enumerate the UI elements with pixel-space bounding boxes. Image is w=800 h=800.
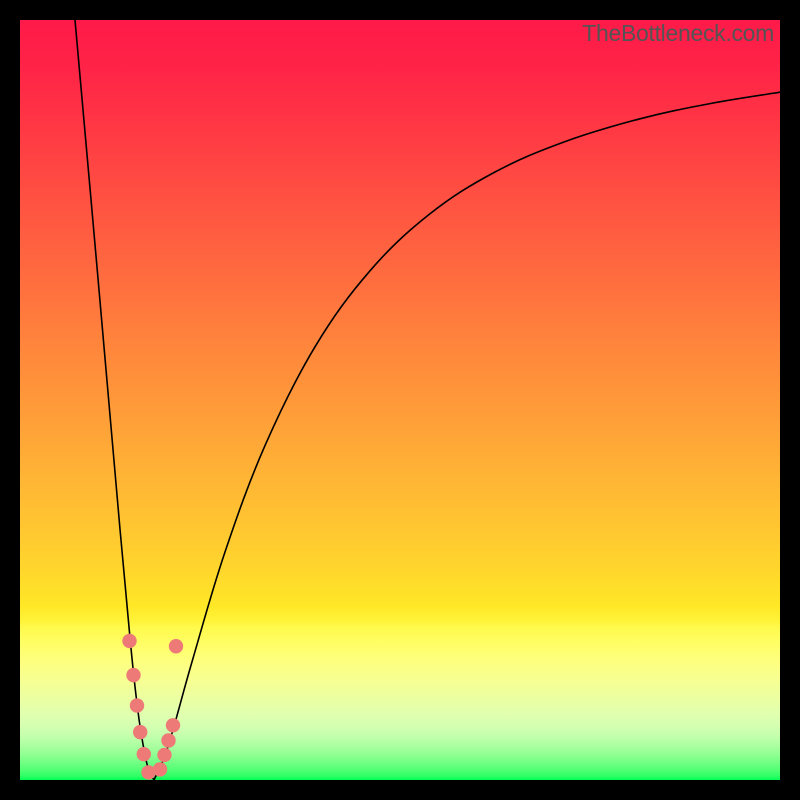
marker-dot [161, 733, 175, 747]
marker-dot [137, 747, 151, 761]
marker-dot [153, 762, 167, 776]
marker-dot [122, 634, 136, 648]
chart-svg [20, 20, 780, 780]
plot-area: TheBottleneck.com [20, 20, 780, 780]
marker-dot [126, 668, 140, 682]
marker-dot [169, 639, 183, 653]
marker-dot [166, 718, 180, 732]
gradient-background [20, 20, 780, 780]
watermark-text: TheBottleneck.com [582, 20, 774, 47]
marker-dot [133, 725, 147, 739]
chart-container: TheBottleneck.com [0, 0, 800, 800]
marker-dot [157, 748, 171, 762]
marker-dot [130, 698, 144, 712]
